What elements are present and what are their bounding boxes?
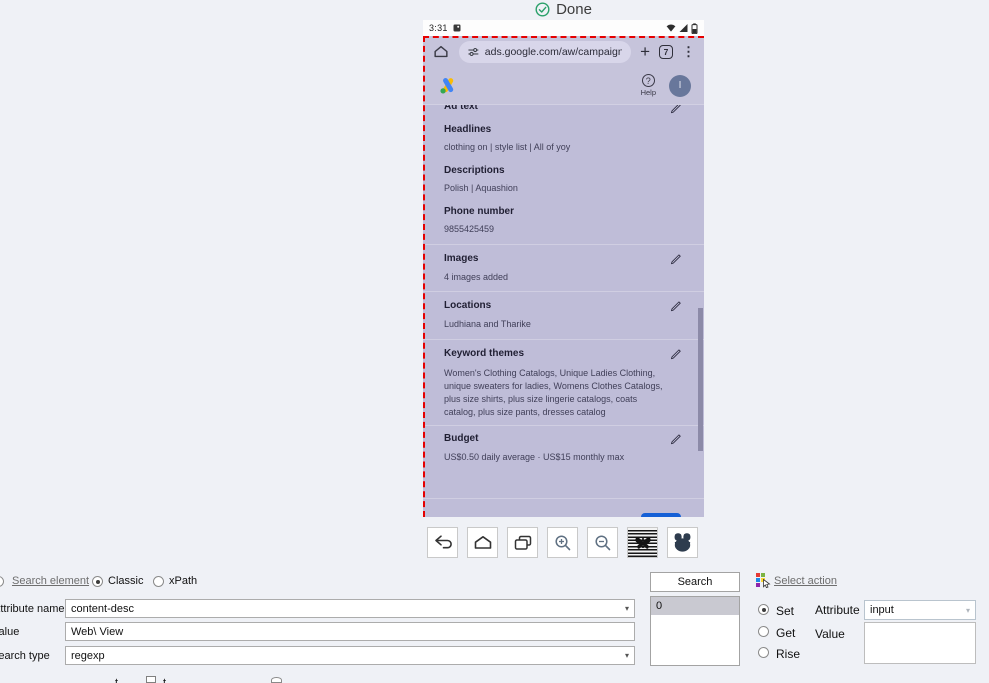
section-images: Images 4 images added: [444, 253, 682, 282]
clipped-text: t: [163, 677, 167, 683]
scrollbar-thumb[interactable]: [698, 308, 703, 451]
results-listbox[interactable]: 0: [650, 596, 740, 666]
mouse-icon: [674, 533, 691, 552]
avatar[interactable]: I: [669, 74, 691, 97]
search-type-select[interactable]: regexp ▾: [65, 646, 635, 665]
tune-icon: [468, 47, 479, 56]
url-bar[interactable]: ads.google.com/aw/campaigns/n: [459, 40, 632, 63]
next-button[interactable]: Next: [641, 513, 681, 517]
zoom-in-button[interactable]: [547, 527, 578, 558]
back-arrow-icon: [434, 535, 452, 549]
chevron-down-icon: ▾: [624, 651, 629, 660]
recents-button[interactable]: [507, 527, 538, 558]
attribute-select[interactable]: input ▾: [864, 600, 976, 620]
attribute-label: Attribute: [815, 603, 860, 617]
select-action-link[interactable]: Select action: [774, 575, 837, 587]
notification-icon: [453, 24, 461, 32]
set-radio[interactable]: [758, 604, 769, 615]
done-label: Done: [556, 0, 592, 18]
android-status-bar: 3:31: [423, 20, 704, 36]
butterfly-button[interactable]: [627, 527, 658, 558]
search-element-link[interactable]: Search element: [12, 575, 89, 587]
app-window: Done 3:31 ads.google.com/aw/campaign + 7…: [0, 0, 989, 683]
section-keyword-themes: Keyword themes Women's Clothing Catalogs…: [444, 348, 682, 419]
attribute-name-select[interactable]: content-desc ▾: [65, 599, 635, 618]
value-input[interactable]: [65, 622, 635, 641]
tab-count[interactable]: 7: [659, 44, 673, 59]
home-button[interactable]: [467, 527, 498, 558]
url-text: ads.google.com/aw/campaigns/n: [484, 45, 623, 58]
section-locations: Locations Ludhiana and Tharike: [444, 300, 682, 329]
clipped-checkbox[interactable]: [146, 676, 156, 683]
section-budget: Budget US$0.50 daily average · US$15 mon…: [444, 433, 682, 462]
get-label: Get: [776, 626, 796, 640]
google-ads-logo: [440, 78, 454, 94]
rise-radio[interactable]: [758, 647, 769, 658]
new-tab-icon[interactable]: +: [640, 43, 650, 60]
section-headlines: Headlines clothing on | style list | All…: [444, 124, 571, 152]
chrome-toolbar: ads.google.com/aw/campaigns/n + 7 ⋮: [423, 36, 704, 67]
edit-icon[interactable]: [669, 253, 682, 266]
search-button[interactable]: Search: [650, 572, 740, 592]
home-icon[interactable]: [432, 43, 450, 60]
clipped-text: t: [115, 677, 119, 683]
result-item[interactable]: 0: [651, 597, 739, 615]
device-toolbar: [427, 527, 698, 558]
home-icon: [474, 536, 491, 549]
campaign-review-content: Ad text Headlines clothing on | style li…: [423, 105, 704, 517]
search-element-radio[interactable]: [0, 576, 4, 587]
xpath-radio[interactable]: [153, 576, 164, 587]
edit-icon[interactable]: [669, 433, 682, 446]
chevron-down-icon: ▾: [624, 604, 629, 613]
search-type-label: Search type: [0, 650, 50, 662]
classic-radio[interactable]: [92, 576, 103, 587]
help-icon: ?: [641, 74, 655, 87]
battery-icon: [691, 22, 698, 34]
status-time: 3:31: [429, 23, 448, 33]
get-radio[interactable]: [758, 626, 769, 637]
zoom-out-button[interactable]: [587, 527, 618, 558]
section-ad-text: Ad text: [444, 105, 682, 118]
butterfly-icon: [634, 536, 651, 549]
device-screen-mirror[interactable]: 3:31 ads.google.com/aw/campaign + 7 ⋮ ? …: [423, 20, 704, 517]
help-button[interactable]: ? Help: [641, 74, 656, 97]
back-button[interactable]: [427, 527, 458, 558]
wifi-icon: [666, 24, 676, 32]
action-value-label: Value: [815, 627, 845, 641]
section-phone-number: Phone number 9855425459: [444, 206, 515, 234]
mouse-button[interactable]: [667, 527, 698, 558]
edit-icon[interactable]: [669, 300, 682, 313]
done-status: Done: [423, 0, 704, 18]
edit-icon[interactable]: [669, 105, 682, 115]
google-ads-header: ? Help I: [423, 67, 704, 105]
section-descriptions: Descriptions Polish | Aquashion: [444, 165, 518, 193]
check-circle-icon: [535, 1, 550, 17]
wizard-footer: Back Next: [444, 513, 682, 517]
value-label: Value: [0, 626, 20, 638]
xpath-label: xPath: [169, 575, 198, 587]
attribute-name-label: Attribute name: [0, 603, 65, 615]
clipped-radio[interactable]: [271, 677, 282, 683]
classic-label: Classic: [108, 575, 144, 587]
edit-icon[interactable]: [669, 348, 682, 361]
action-value-textarea[interactable]: [864, 622, 976, 664]
set-label: Set: [776, 604, 795, 618]
browser-menu-icon[interactable]: ⋮: [682, 44, 695, 60]
recent-apps-icon: [514, 535, 531, 550]
rise-label: Rise: [776, 647, 801, 661]
zoom-out-icon: [594, 534, 610, 550]
signal-icon: [679, 24, 688, 32]
zoom-in-icon: [554, 534, 570, 550]
select-action-icon: [756, 573, 771, 588]
chevron-down-icon: ▾: [965, 605, 970, 615]
